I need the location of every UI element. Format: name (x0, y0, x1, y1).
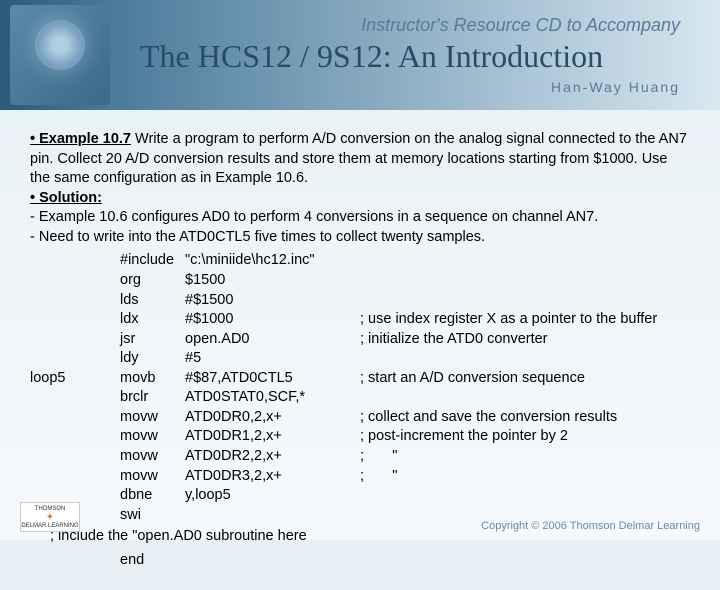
code-op: jsr (120, 330, 185, 350)
code-comment: ; initialize the ATD0 converter (360, 330, 690, 350)
code-row: org $1500 (30, 271, 690, 291)
header-subtitle: Instructor's Resource CD to Accompany (140, 15, 720, 36)
code-args: ATD0DR1,2,x+ (185, 427, 360, 447)
code-comment: ; start an A/D conversion sequence (360, 369, 690, 389)
code-op: movw (120, 447, 185, 467)
code-row: movw ATD0DR3,2,x+ ; " (30, 467, 690, 487)
code-args: ATD0DR3,2,x+ (185, 467, 360, 487)
code-args: $1500 (185, 271, 360, 291)
publisher-logo: THOMSON ✦ DELMAR LEARNING (20, 502, 80, 532)
code-row: movw ATD0DR1,2,x+ ; post-increment the p… (30, 427, 690, 447)
code-comment (360, 251, 690, 271)
code-row: end (30, 551, 690, 571)
code-op: lds (120, 291, 185, 311)
code-label (30, 330, 120, 350)
copyright-text: Copyright © 2006 Thomson Delmar Learning (481, 520, 700, 532)
example-block: • Example 10.7 Write a program to perfor… (30, 130, 690, 189)
code-comment: ; " (360, 447, 690, 467)
code-args (185, 551, 360, 571)
code-label (30, 291, 120, 311)
code-row: loop5 movb #$87,ATD0CTL5 ; start an A/D … (30, 369, 690, 389)
code-label: loop5 (30, 369, 120, 389)
code-row: lds #$1500 (30, 291, 690, 311)
code-row: movw ATD0DR0,2,x+ ; collect and save the… (30, 408, 690, 428)
code-op: movb (120, 369, 185, 389)
solution-label: • Solution: (30, 190, 102, 206)
code-args: ATD0STAT0,SCF,* (185, 388, 360, 408)
code-block-end: end (30, 551, 690, 571)
code-comment: ; " (360, 467, 690, 487)
code-label (30, 551, 120, 571)
code-row: brclr ATD0STAT0,SCF,* (30, 388, 690, 408)
code-row: ldy #5 (30, 349, 690, 369)
code-row: jsr open.AD0 ; initialize the ATD0 conve… (30, 330, 690, 350)
code-comment (360, 551, 690, 571)
code-comment: ; post-increment the pointer by 2 (360, 427, 690, 447)
example-label: • Example 10.7 (30, 131, 131, 147)
header-title: The HCS12 / 9S12: An Introduction (140, 38, 720, 75)
solution-line-2: - Need to write into the ATD0CTL5 five t… (30, 228, 690, 248)
code-comment: ; collect and save the conversion result… (360, 408, 690, 428)
code-op: brclr (120, 388, 185, 408)
code-op: end (120, 551, 185, 571)
code-label (30, 271, 120, 291)
code-op: movw (120, 408, 185, 428)
code-comment (360, 388, 690, 408)
code-args: ATD0DR2,2,x+ (185, 447, 360, 467)
code-comment: ; use index register X as a pointer to t… (360, 310, 690, 330)
code-args: ATD0DR0,2,x+ (185, 408, 360, 428)
code-row: #include "c:\miniide\hc12.inc" (30, 251, 690, 271)
code-label (30, 310, 120, 330)
header-author: Han-Way Huang (140, 79, 720, 95)
code-args: #$87,ATD0CTL5 (185, 369, 360, 389)
slide-footer: THOMSON ✦ DELMAR LEARNING Copyright © 20… (0, 502, 720, 532)
code-comment (360, 271, 690, 291)
code-row: ldx #$1000 ; use index register X as a p… (30, 310, 690, 330)
star-icon: ✦ (46, 512, 54, 523)
solution-label-line: • Solution: (30, 189, 690, 209)
code-args: #5 (185, 349, 360, 369)
code-op: movw (120, 427, 185, 447)
code-args: #$1500 (185, 291, 360, 311)
code-args: open.AD0 (185, 330, 360, 350)
code-op: org (120, 271, 185, 291)
code-op: #include (120, 251, 185, 271)
code-op: ldy (120, 349, 185, 369)
code-row: movw ATD0DR2,2,x+ ; " (30, 447, 690, 467)
header-text-block: Instructor's Resource CD to Accompany Th… (110, 15, 720, 95)
code-label (30, 349, 120, 369)
code-comment (360, 349, 690, 369)
solution-line-1: - Example 10.6 configures AD0 to perform… (30, 208, 690, 228)
code-op: ldx (120, 310, 185, 330)
code-args: "c:\miniide\hc12.inc" (185, 251, 360, 271)
code-block: #include "c:\miniide\hc12.inc" org $1500… (30, 251, 690, 525)
code-comment (360, 291, 690, 311)
code-op: movw (120, 467, 185, 487)
code-args: #$1000 (185, 310, 360, 330)
publisher-name-bottom: DELMAR LEARNING (21, 523, 78, 529)
slide-header: Instructor's Resource CD to Accompany Th… (0, 0, 720, 110)
code-label (30, 427, 120, 447)
code-label (30, 467, 120, 487)
code-label (30, 408, 120, 428)
code-label (30, 251, 120, 271)
code-label (30, 447, 120, 467)
code-label (30, 388, 120, 408)
header-logo-graphic (10, 5, 110, 105)
